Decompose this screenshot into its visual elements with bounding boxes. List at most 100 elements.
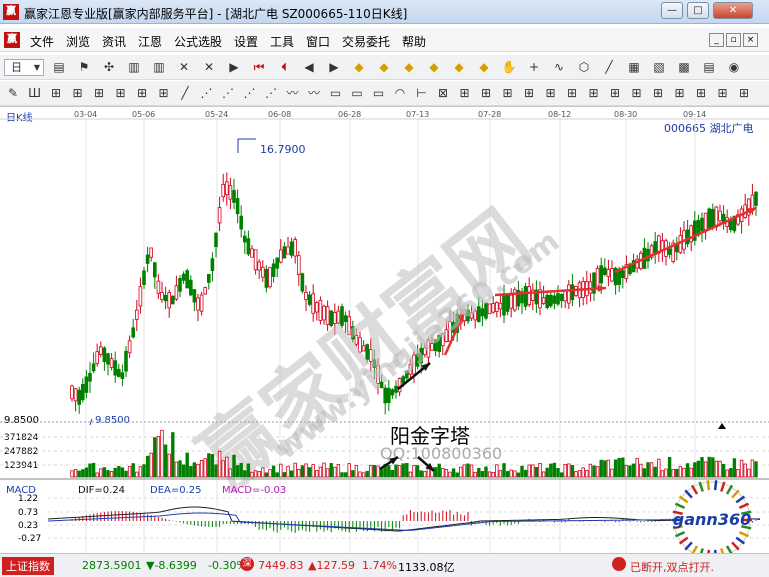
fan-icon[interactable]: ⋰	[219, 85, 237, 102]
volume-bar	[70, 470, 74, 478]
fan-icon[interactable]: ⋰	[198, 85, 216, 102]
tool-icon[interactable]: ⊞	[649, 85, 667, 102]
tool-icon[interactable]: ⊞	[671, 85, 689, 102]
candle-body	[70, 385, 74, 400]
minimize-button[interactable]: —	[661, 2, 683, 19]
stats-icon[interactable]: ▤	[50, 59, 68, 76]
tool-icon[interactable]: ⊞	[714, 85, 732, 102]
bars-icon[interactable]: ▥	[125, 59, 143, 76]
tool-icon[interactable]: ⊞	[735, 85, 753, 102]
candle-body	[559, 294, 564, 302]
tool-icon[interactable]: ⊞	[133, 85, 151, 102]
trident-icon[interactable]: Ш	[26, 85, 44, 102]
menu-gann[interactable]: 江恩	[138, 33, 162, 50]
tool-icon[interactable]: ⊞	[520, 85, 538, 102]
volume-bar	[390, 469, 395, 478]
volume-bar	[671, 469, 675, 478]
menu-trade[interactable]: 交易委托	[342, 33, 390, 50]
volume-bar	[81, 469, 85, 478]
candle-body	[271, 263, 276, 277]
gann-box-icon[interactable]: ⊠	[434, 85, 452, 102]
hex-icon[interactable]: ⬡	[575, 59, 593, 76]
line-tool-icon[interactable]: ╱	[176, 85, 194, 102]
ruler-icon[interactable]: ⊢	[413, 85, 431, 102]
diamond-icon[interactable]: ◆	[425, 59, 443, 76]
connection-status-text[interactable]: 已断开,双点打开.	[630, 559, 714, 575]
candle-body	[621, 270, 625, 279]
wave-icon[interactable]: 〰	[305, 85, 323, 102]
menu-window[interactable]: 窗口	[306, 33, 330, 50]
tool-icon[interactable]: ⊞	[692, 85, 710, 102]
tool-icon[interactable]: ⊞	[155, 85, 173, 102]
diamond-icon[interactable]: ◆	[450, 59, 468, 76]
box-icon[interactable]: ▭	[348, 85, 366, 102]
bars-icon[interactable]: ▥	[150, 59, 168, 76]
box-icon[interactable]: ▭	[327, 85, 345, 102]
candle-body	[603, 267, 607, 275]
grid-icon[interactable]: ▩	[675, 59, 693, 76]
mdi-close-button[interactable]: ×	[743, 33, 758, 47]
mini-chart-icon[interactable]: ▧	[650, 59, 668, 76]
diamond-icon[interactable]: ◆	[375, 59, 393, 76]
box-icon[interactable]: ▭	[370, 85, 388, 102]
cross-icon[interactable]: ✕	[175, 59, 193, 76]
menu-help[interactable]: 帮助	[402, 33, 426, 50]
wave-icon[interactable]: 〰	[284, 85, 302, 102]
maximize-button[interactable]: □	[687, 2, 709, 19]
ticker-icon[interactable]: ▤	[700, 59, 718, 76]
arc-icon[interactable]: ◠	[391, 85, 409, 102]
menu-settings[interactable]: 设置	[234, 33, 258, 50]
tool-icon[interactable]: ⊞	[563, 85, 581, 102]
cross-icon[interactable]: ✕	[200, 59, 218, 76]
tool-icon[interactable]: ⊞	[585, 85, 603, 102]
tool-icon[interactable]: ⊞	[542, 85, 560, 102]
draw-icon[interactable]: ✎	[4, 85, 22, 102]
index-label[interactable]: 上证指数	[2, 557, 54, 575]
menu-tools[interactable]: 工具	[270, 33, 294, 50]
menu-info[interactable]: 资讯	[102, 33, 126, 50]
mdi-minimize-button[interactable]: _	[709, 33, 724, 47]
forward-icon[interactable]: ▶	[325, 59, 343, 76]
tool-icon[interactable]: ⊞	[47, 85, 65, 102]
menu-formula-select[interactable]: 公式选股	[174, 33, 222, 50]
volume-bar	[707, 456, 711, 478]
tool-icon[interactable]: ⊞	[112, 85, 130, 102]
back-icon[interactable]: ◀	[300, 59, 318, 76]
arrow-flag-icon[interactable]: ▶	[225, 59, 243, 76]
hand-icon[interactable]: ✋	[500, 59, 518, 76]
period-select[interactable]: 日 ▼	[4, 59, 44, 76]
diamond-icon[interactable]: ◆	[350, 59, 368, 76]
flag-icon[interactable]: ⚑	[75, 59, 93, 76]
menu-file[interactable]: 文件	[30, 33, 54, 50]
kline-chart-svg[interactable]: 日K线 000665 湖北广电 03-04 05-06 05-24 06-08 06-28 0…	[0, 107, 769, 554]
kline-chart-panel[interactable]: 日K线 000665 湖北广电 03-04 05-06 05-24 06-08 06-28 0…	[0, 106, 769, 554]
pinwheel-icon[interactable]: ✣	[100, 59, 118, 76]
fan-icon[interactable]: ⋰	[241, 85, 259, 102]
bulb-icon[interactable]: ◉	[725, 59, 743, 76]
tool-icon[interactable]: ⊞	[456, 85, 474, 102]
calendar-icon[interactable]: ▦	[625, 59, 643, 76]
close-button[interactable]: ✕	[713, 2, 753, 19]
prev-icon[interactable]: ⏴	[275, 59, 293, 76]
tool-icon[interactable]: ⊞	[90, 85, 108, 102]
fan-icon[interactable]: ⋰	[262, 85, 280, 102]
tool-icon[interactable]: ⊞	[69, 85, 87, 102]
candle-body	[192, 289, 197, 303]
line-icon[interactable]: ╱	[600, 59, 618, 76]
menu-browse[interactable]: 浏览	[66, 33, 90, 50]
volume-bar	[196, 463, 200, 478]
candle-body	[588, 281, 593, 294]
candle-body	[322, 305, 326, 321]
first-icon[interactable]: ⏮	[250, 59, 268, 76]
diamond-icon[interactable]: ◆	[400, 59, 418, 76]
gann-badge-ray	[706, 480, 711, 491]
tool-icon[interactable]: ⊞	[499, 85, 517, 102]
curve-icon[interactable]: ∿	[550, 59, 568, 76]
crosshair-icon[interactable]: +	[525, 59, 543, 76]
diamond-icon[interactable]: ◆	[475, 59, 493, 76]
mdi-restore-button[interactable]: ▫	[726, 33, 741, 47]
tool-icon[interactable]: ⊞	[606, 85, 624, 102]
date-tick-label: 05-06	[132, 110, 155, 119]
tool-icon[interactable]: ⊞	[628, 85, 646, 102]
tool-icon[interactable]: ⊞	[477, 85, 495, 102]
